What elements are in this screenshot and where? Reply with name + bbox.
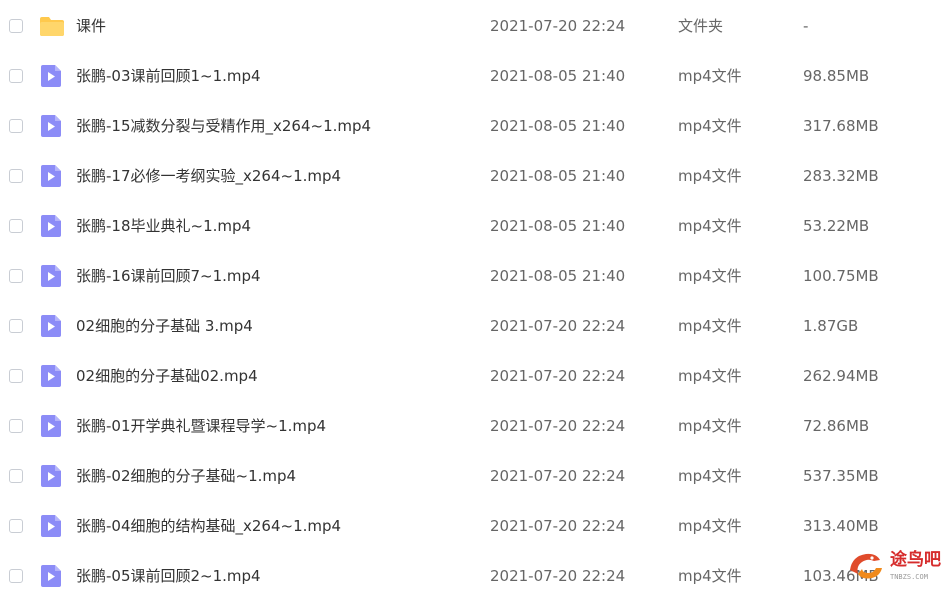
video-file-icon <box>39 414 63 438</box>
file-name[interactable]: 张鹏-17必修一考纲实验_x264~1.mp4 <box>76 166 341 186</box>
video-file-icon <box>39 464 63 488</box>
file-date: 2021-07-20 22:24 <box>490 517 626 535</box>
file-date: 2021-07-20 22:24 <box>490 367 626 385</box>
file-type: mp4文件 <box>678 367 742 385</box>
folder-icon <box>39 14 64 38</box>
file-date: 2021-07-20 22:24 <box>490 317 626 335</box>
file-type: mp4文件 <box>678 267 742 285</box>
file-date: 2021-07-20 22:24 <box>490 417 626 435</box>
file-date: 2021-08-05 21:40 <box>490 267 626 285</box>
file-date: 2021-08-05 21:40 <box>490 217 626 235</box>
video-file-icon <box>39 264 63 288</box>
file-size: 1.87GB <box>803 317 859 335</box>
file-size: 72.86MB <box>803 417 870 435</box>
file-type: mp4文件 <box>678 417 742 435</box>
file-name[interactable]: 张鹏-03课前回顾1~1.mp4 <box>76 66 261 86</box>
row-checkbox[interactable] <box>9 569 23 583</box>
row-checkbox[interactable] <box>9 119 23 133</box>
file-name[interactable]: 张鹏-05课前回顾2~1.mp4 <box>76 566 261 586</box>
watermark: 途鸟吧 TNBZS.COM <box>846 548 946 585</box>
file-size: 317.68MB <box>803 117 879 135</box>
video-file-icon <box>39 514 63 538</box>
file-type: mp4文件 <box>678 467 742 485</box>
row-checkbox[interactable] <box>9 319 23 333</box>
file-size: 283.32MB <box>803 167 879 185</box>
file-name[interactable]: 张鹏-16课前回顾7~1.mp4 <box>76 266 261 286</box>
file-name[interactable]: 张鹏-18毕业典礼~1.mp4 <box>76 216 251 236</box>
file-row[interactable]: 02细胞的分子基础02.mp4 2021-07-20 22:24 mp4文件 262.… <box>0 351 951 401</box>
file-type: mp4文件 <box>678 117 742 135</box>
file-type: mp4文件 <box>678 167 742 185</box>
video-file-icon <box>39 164 63 188</box>
file-row[interactable]: 张鹏-05课前回顾2~1.mp4 2021-07-20 22:24 mp4文件 103… <box>0 551 951 601</box>
file-size: - <box>803 17 809 35</box>
file-type: mp4文件 <box>678 317 742 335</box>
row-checkbox[interactable] <box>9 219 23 233</box>
file-date: 2021-07-20 22:24 <box>490 17 626 35</box>
row-checkbox[interactable] <box>9 419 23 433</box>
file-date: 2021-07-20 22:24 <box>490 567 626 585</box>
row-checkbox[interactable] <box>9 269 23 283</box>
file-name[interactable]: 张鹏-02细胞的分子基础~1.mp4 <box>76 466 296 486</box>
video-file-icon <box>39 64 63 88</box>
video-file-icon <box>39 214 63 238</box>
file-row[interactable]: 张鹏-16课前回顾7~1.mp4 2021-08-05 21:40 mp4文件 100… <box>0 251 951 301</box>
file-type: mp4文件 <box>678 67 742 85</box>
row-checkbox[interactable] <box>9 519 23 533</box>
row-checkbox[interactable] <box>9 19 23 33</box>
file-row[interactable]: 张鹏-17必修一考纲实验_x264~1.mp4 2021-08-05 21:40 m… <box>0 151 951 201</box>
row-checkbox[interactable] <box>9 69 23 83</box>
file-size: 53.22MB <box>803 217 870 235</box>
file-row[interactable]: 课件 2021-07-20 22:24 文件夹 - <box>0 1 951 51</box>
file-name[interactable]: 02细胞的分子基础 3.mp4 <box>76 316 253 336</box>
file-type: mp4文件 <box>678 567 742 585</box>
row-checkbox[interactable] <box>9 369 23 383</box>
row-checkbox[interactable] <box>9 469 23 483</box>
file-date: 2021-08-05 21:40 <box>490 167 626 185</box>
file-type: mp4文件 <box>678 217 742 235</box>
video-file-icon <box>39 364 63 388</box>
file-type: 文件夹 <box>678 17 724 35</box>
file-name[interactable]: 张鹏-15减数分裂与受精作用_x264~1.mp4 <box>76 116 371 136</box>
file-row[interactable]: 张鹏-02细胞的分子基础~1.mp4 2021-07-20 22:24 mp4文件 5… <box>0 451 951 501</box>
file-row[interactable]: 张鹏-15减数分裂与受精作用_x264~1.mp4 2021-08-05 21:4… <box>0 101 951 151</box>
file-name[interactable]: 张鹏-04细胞的结构基础_x264~1.mp4 <box>76 516 341 536</box>
file-list: 课件 2021-07-20 22:24 文件夹 - 张鹏-03课前回顾1~1.mp4 20… <box>0 0 951 587</box>
file-size: 313.40MB <box>803 517 879 535</box>
video-file-icon <box>39 114 63 138</box>
watermark-subtext: TNBZS.COM <box>890 573 928 581</box>
file-name[interactable]: 02细胞的分子基础02.mp4 <box>76 366 258 386</box>
file-size: 537.35MB <box>803 467 879 485</box>
row-checkbox[interactable] <box>9 169 23 183</box>
video-file-icon <box>39 564 63 588</box>
file-date: 2021-07-20 22:24 <box>490 467 626 485</box>
file-row[interactable]: 张鹏-04细胞的结构基础_x264~1.mp4 2021-07-20 22:24 m… <box>0 501 951 551</box>
file-name[interactable]: 张鹏-01开学典礼暨课程导学~1.mp4 <box>76 416 326 436</box>
file-row[interactable]: 张鹏-18毕业典礼~1.mp4 2021-08-05 21:40 mp4文件 53.2… <box>0 201 951 251</box>
file-row[interactable]: 02细胞的分子基础 3.mp4 2021-07-20 22:24 mp4文件 1.87… <box>0 301 951 351</box>
watermark-text: 途鸟吧 <box>890 550 941 570</box>
file-size: 100.75MB <box>803 267 879 285</box>
file-type: mp4文件 <box>678 517 742 535</box>
file-row[interactable]: 张鹏-03课前回顾1~1.mp4 2021-08-05 21:40 mp4文件 98.… <box>0 51 951 101</box>
file-row[interactable]: 张鹏-01开学典礼暨课程导学~1.mp4 2021-07-20 22:24 mp4文… <box>0 401 951 451</box>
file-size: 262.94MB <box>803 367 879 385</box>
file-date: 2021-08-05 21:40 <box>490 117 626 135</box>
video-file-icon <box>39 314 63 338</box>
file-size: 98.85MB <box>803 67 870 85</box>
bird-logo-icon <box>850 553 882 579</box>
file-date: 2021-08-05 21:40 <box>490 67 626 85</box>
file-name[interactable]: 课件 <box>76 16 106 36</box>
